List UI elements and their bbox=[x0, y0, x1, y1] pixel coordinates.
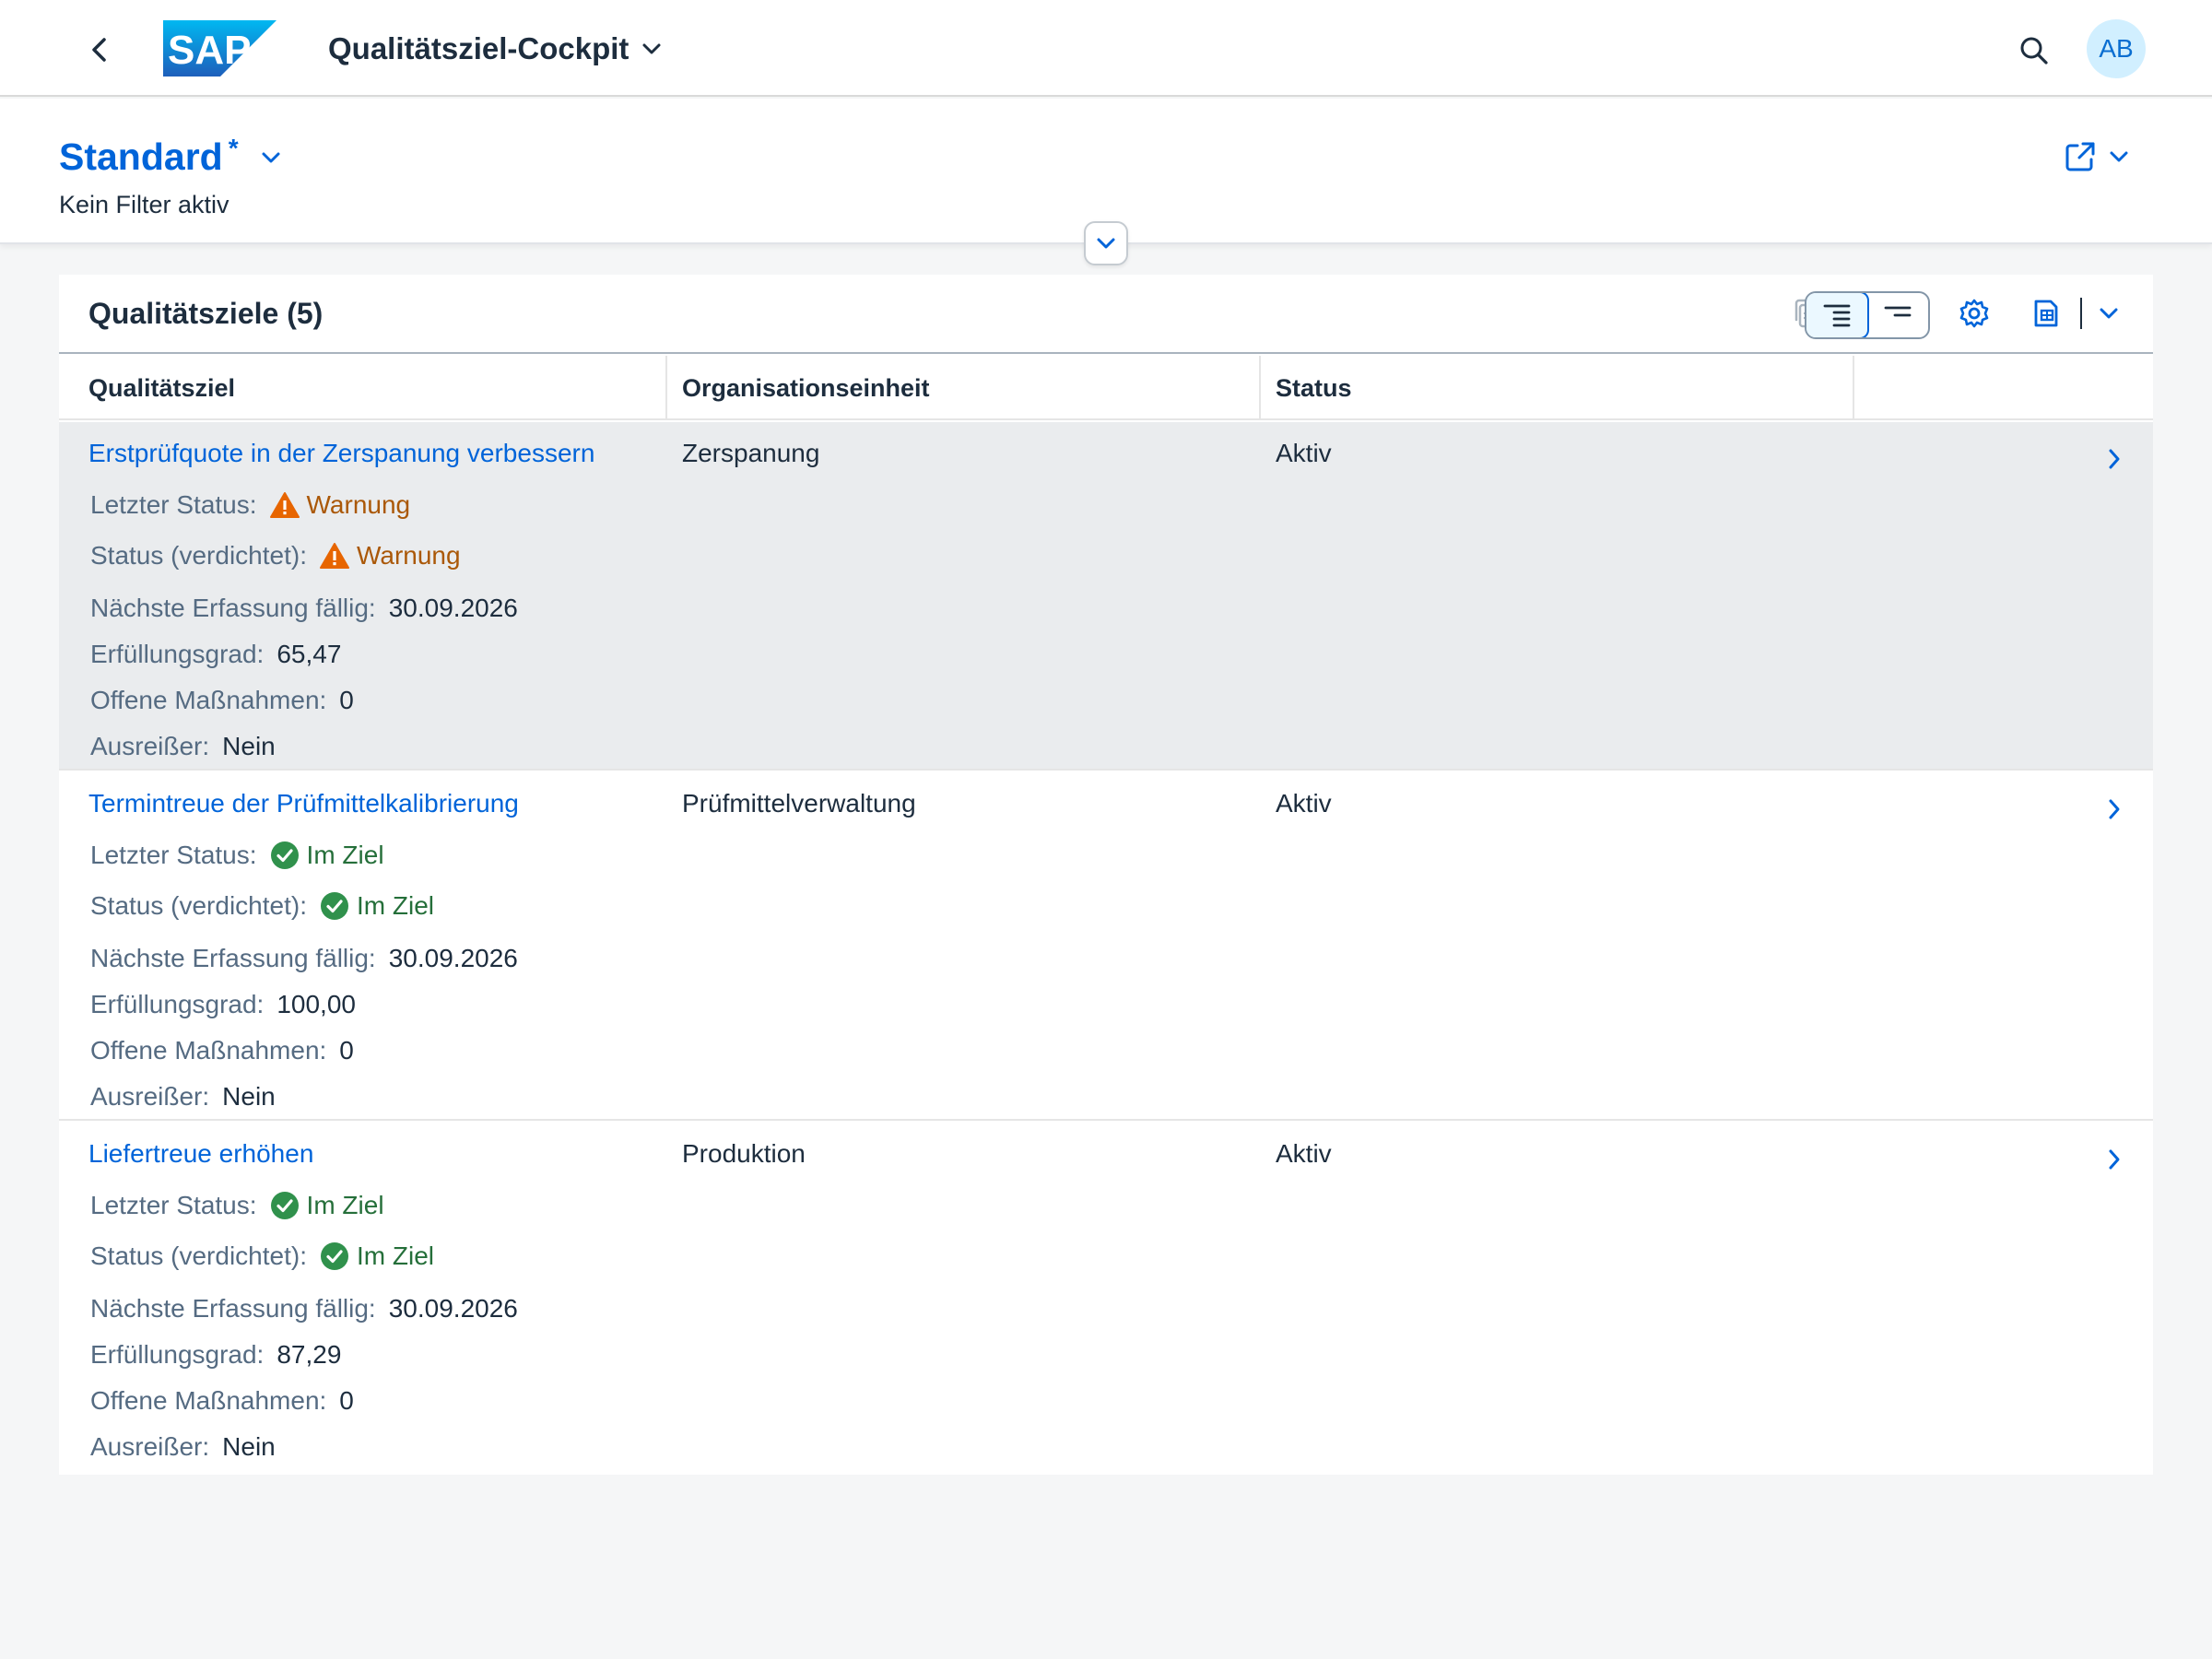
shell-bar: SAP Qualitätsziel-Cockpit AB bbox=[0, 0, 2212, 97]
attr-open-actions: Offene Maßnahmen: 0 bbox=[90, 1386, 354, 1415]
column-header-status[interactable]: Status bbox=[1261, 356, 1854, 420]
quality-goal-link[interactable]: Termintreue der Prüfmittelkalibrierung bbox=[88, 789, 519, 818]
org-unit-cell: Prüfmittelverwaltung bbox=[682, 789, 916, 818]
row-navigation[interactable] bbox=[2096, 1141, 2133, 1178]
attr-next-due: Nächste Erfassung fällig: 30.09.2026 bbox=[90, 1294, 518, 1323]
attr-open-actions: Offene Maßnahmen: 0 bbox=[90, 1036, 354, 1065]
svg-text:SAP: SAP bbox=[168, 28, 251, 73]
status-badge: Warnung bbox=[269, 490, 410, 520]
column-header-org-unit[interactable]: Organisationseinheit bbox=[667, 356, 1261, 420]
user-avatar[interactable]: AB bbox=[2087, 19, 2146, 78]
table-settings-button[interactable] bbox=[1954, 293, 1994, 334]
condensed-rows-icon bbox=[1884, 306, 1912, 317]
search-icon bbox=[2020, 37, 2048, 65]
row-navigation[interactable] bbox=[2096, 441, 2133, 477]
back-icon bbox=[92, 38, 106, 62]
chevron-down-icon bbox=[1097, 238, 1115, 249]
status-badge: Im Ziel bbox=[270, 841, 384, 870]
row-mode-toggle[interactable] bbox=[1805, 291, 1930, 339]
chevron-right-icon bbox=[2109, 449, 2120, 469]
column-header-quality-goal[interactable]: Qualitätsziel bbox=[59, 356, 667, 420]
org-unit-cell: Zerspanung bbox=[682, 439, 820, 467]
status-badge: Im Ziel bbox=[320, 891, 434, 921]
filter-status: Kein Filter aktiv bbox=[59, 191, 229, 218]
attr-last-status: Letzter Status: Warnung bbox=[90, 490, 411, 520]
chevron-down-icon bbox=[2100, 308, 2118, 319]
expand-rows-icon bbox=[1823, 304, 1851, 327]
status-cell: Aktiv bbox=[1276, 1139, 1332, 1168]
attr-fulfillment: Erfüllungsgrad: 87,29 bbox=[90, 1340, 342, 1369]
table-row[interactable]: Erstprüfquote in der Zerspanung verbesse… bbox=[59, 422, 2153, 771]
quality-goal-link[interactable]: Liefertreue erhöhen bbox=[88, 1139, 313, 1169]
back-button[interactable] bbox=[79, 29, 120, 70]
share-icon bbox=[2065, 142, 2095, 171]
warning-icon bbox=[319, 543, 349, 569]
attr-aggregated-status: Status (verdichtet): Im Ziel bbox=[90, 891, 434, 921]
table-title: Qualitätsziele (5) bbox=[88, 297, 324, 330]
table-row[interactable]: Termintreue der Prüfmittelkalibrierung P… bbox=[59, 772, 2153, 1121]
attr-outlier: Ausreißer: Nein bbox=[90, 1082, 276, 1111]
attr-last-status: Letzter Status: Im Ziel bbox=[90, 841, 384, 870]
chevron-right-icon bbox=[2109, 1149, 2120, 1170]
attr-fulfillment: Erfüllungsgrad: 65,47 bbox=[90, 640, 342, 668]
app-title: Qualitätsziel-Cockpit bbox=[328, 31, 629, 65]
export-icon bbox=[2034, 300, 2058, 327]
share-menu-button[interactable] bbox=[2065, 134, 2129, 180]
success-icon bbox=[270, 1192, 299, 1219]
attr-outlier: Ausreißer: Nein bbox=[90, 732, 276, 760]
attr-open-actions: Offene Maßnahmen: 0 bbox=[90, 686, 354, 714]
success-icon bbox=[320, 892, 348, 920]
quality-goals-table: Qualitätsziele (5) Qualitätsziel Organis… bbox=[59, 275, 2153, 1475]
settings-icon bbox=[1959, 299, 1989, 328]
avatar-initials: AB bbox=[2099, 34, 2134, 63]
variant-name: Standard bbox=[59, 135, 223, 178]
row-navigation[interactable] bbox=[2096, 791, 2133, 828]
attr-last-status: Letzter Status: Im Ziel bbox=[90, 1191, 384, 1220]
export-menu-button[interactable] bbox=[2090, 295, 2127, 332]
export-button[interactable] bbox=[2026, 293, 2066, 334]
chevron-down-icon bbox=[2110, 151, 2128, 162]
status-badge: Im Ziel bbox=[270, 1191, 384, 1220]
chevron-down-icon bbox=[642, 43, 661, 54]
status-badge: Im Ziel bbox=[320, 1241, 434, 1271]
attr-fulfillment: Erfüllungsgrad: 100,00 bbox=[90, 990, 356, 1018]
variant-management[interactable]: Standard * bbox=[59, 133, 281, 179]
app-title-menu[interactable]: Qualitätsziel-Cockpit bbox=[328, 28, 662, 70]
chevron-down-icon bbox=[262, 152, 280, 162]
success-icon bbox=[320, 1242, 348, 1270]
attr-aggregated-status: Status (verdichtet): Warnung bbox=[90, 541, 461, 571]
condensed-rows-toggle[interactable] bbox=[1867, 293, 1928, 337]
toolbar-separator bbox=[2080, 298, 2082, 329]
attr-next-due: Nächste Erfassung fällig: 30.09.2026 bbox=[90, 944, 518, 972]
variant-dropdown[interactable] bbox=[261, 151, 281, 164]
status-cell: Aktiv bbox=[1276, 439, 1332, 467]
attr-aggregated-status: Status (verdichtet): Im Ziel bbox=[90, 1241, 434, 1271]
attr-next-due: Nächste Erfassung fällig: 30.09.2026 bbox=[90, 594, 518, 622]
expanded-rows-toggle[interactable] bbox=[1806, 293, 1869, 337]
quality-goal-link[interactable]: Erstprüfquote in der Zerspanung verbesse… bbox=[88, 439, 594, 468]
success-icon bbox=[270, 841, 299, 869]
variant-modified-indicator: * bbox=[228, 133, 239, 162]
status-badge: Warnung bbox=[319, 541, 461, 571]
table-toolbar: Qualitätsziele (5) bbox=[59, 275, 2153, 354]
search-button[interactable] bbox=[2011, 28, 2057, 74]
status-cell: Aktiv bbox=[1276, 789, 1332, 818]
attr-outlier: Ausreißer: Nein bbox=[90, 1432, 276, 1461]
sap-logo: SAP bbox=[163, 20, 276, 76]
table-row[interactable]: Liefertreue erhöhen Produktion Aktiv Let… bbox=[59, 1123, 2153, 1471]
column-header-row: Qualitätsziel Organisationseinheit Statu… bbox=[59, 356, 2153, 420]
collapse-header-button[interactable] bbox=[1084, 221, 1128, 265]
warning-icon bbox=[269, 492, 300, 518]
org-unit-cell: Produktion bbox=[682, 1139, 806, 1168]
chevron-right-icon bbox=[2109, 799, 2120, 819]
